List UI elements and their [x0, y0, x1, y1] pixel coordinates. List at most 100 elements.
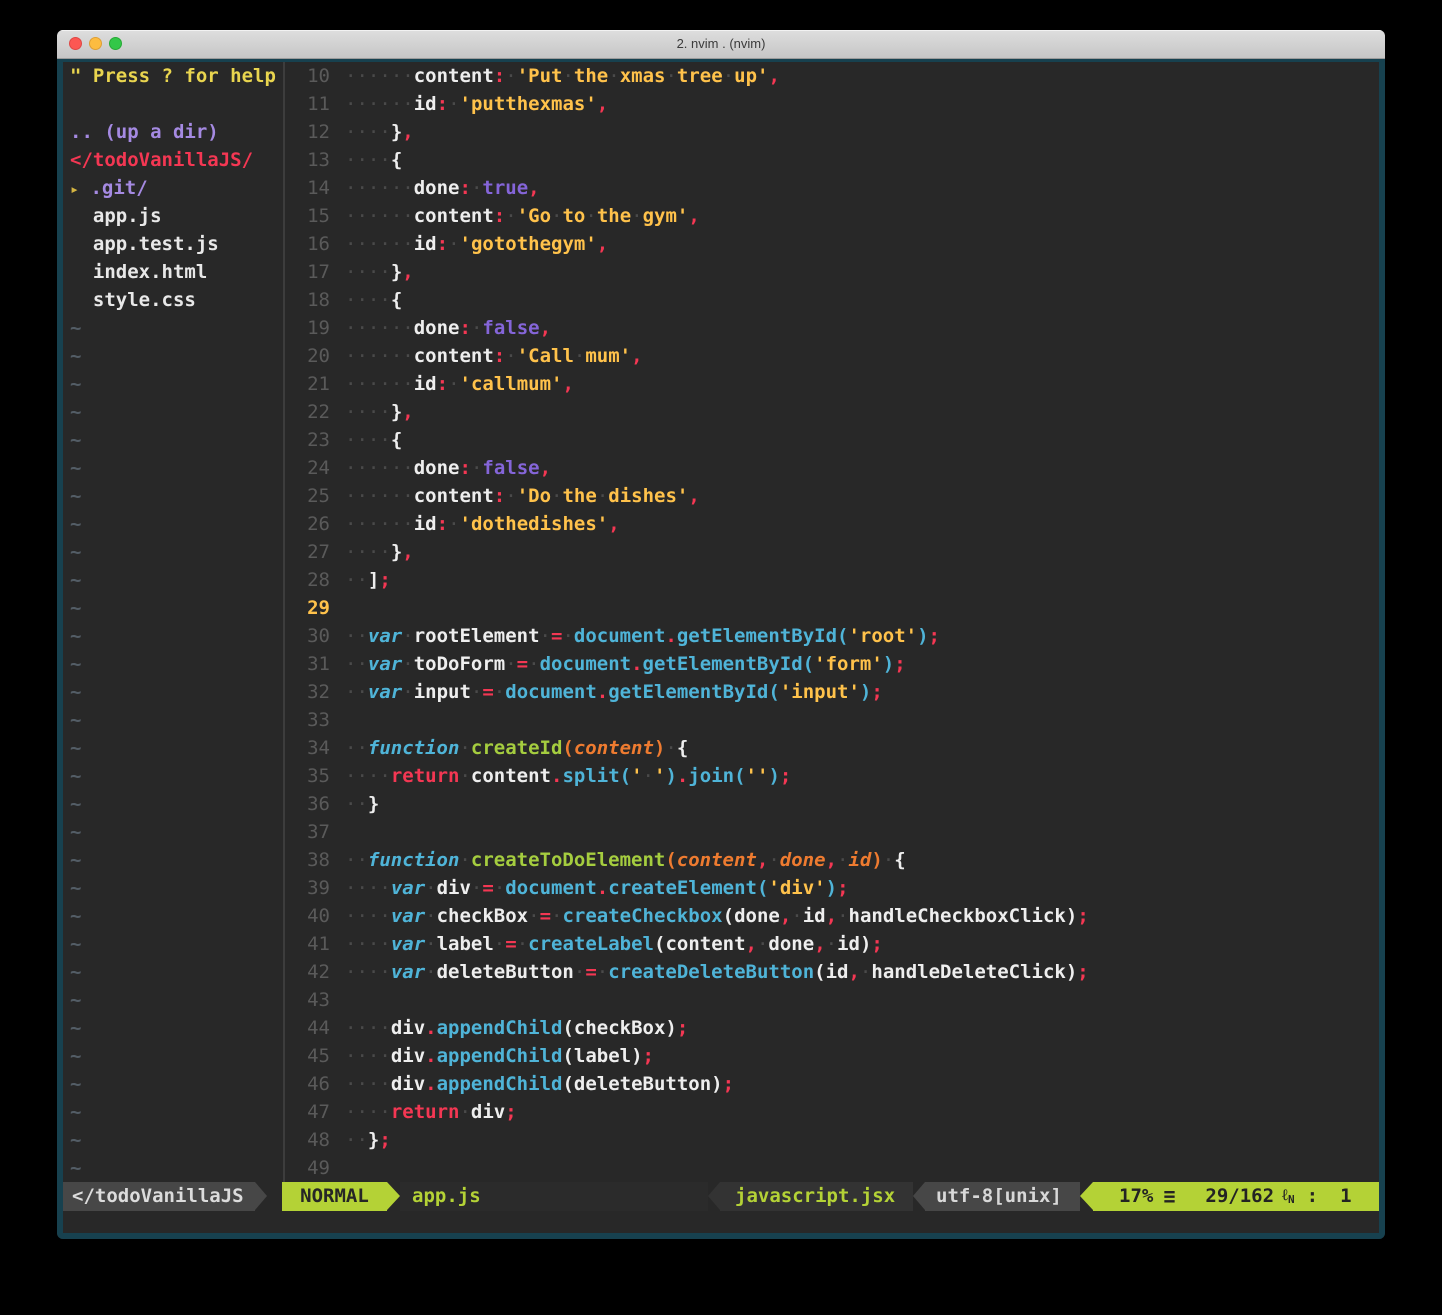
whitespace-dot: ·: [402, 485, 413, 507]
code-line[interactable]: 19······done:·false,: [285, 314, 1379, 342]
tree-item-index.html[interactable]: index.html: [63, 258, 283, 286]
code-text: ····},: [345, 118, 414, 146]
code-line[interactable]: 43: [285, 986, 1379, 1014]
code-line[interactable]: 12····},: [285, 118, 1379, 146]
code-line[interactable]: 28··];: [285, 566, 1379, 594]
code-line[interactable]: 29: [285, 594, 1379, 622]
code-text: ······content:·'Do·the·dishes',: [345, 482, 700, 510]
disclosure-arrow-icon[interactable]: ▸: [70, 180, 79, 198]
tree-root[interactable]: </todoVanillaJS/: [63, 146, 283, 174]
whitespace-dot: ·: [402, 205, 413, 227]
whitespace-dot: ·: [791, 905, 802, 927]
whitespace-dot: ·: [562, 625, 573, 647]
code-line[interactable]: 47····return·div;: [285, 1098, 1379, 1126]
tree-item-app.js[interactable]: app.js: [63, 202, 283, 230]
nerdtree-sidebar[interactable]: " Press ? for help.. (up a dir)</todoVan…: [63, 62, 285, 1182]
tree-item-.git[interactable]: ▸ .git/: [63, 174, 283, 202]
whitespace-dot: ·: [345, 289, 356, 311]
empty-line-tilde: ~: [63, 818, 283, 846]
line-number: 21: [285, 370, 330, 398]
whitespace-dot: ·: [356, 93, 367, 115]
whitespace-dot: ·: [723, 65, 734, 87]
code-line[interactable]: 40 ····var·checkBox·=·createCheckbox(done…: [285, 902, 1379, 930]
code-line[interactable]: 26······id:·'dothedishes',: [285, 510, 1379, 538]
whitespace-dot: ·: [505, 205, 516, 227]
line-number: 35: [285, 762, 330, 790]
whitespace-dot: ·: [379, 93, 390, 115]
code-line[interactable]: 20······content:·'Call·mum',: [285, 342, 1379, 370]
code-line[interactable]: 35····return·content.split('·').join('')…: [285, 762, 1379, 790]
line-number: 38: [285, 846, 330, 874]
empty-line-tilde: ~: [63, 958, 283, 986]
window-title: 2. nvim . (nvim): [57, 30, 1385, 58]
whitespace-dot: ·: [345, 513, 356, 535]
whitespace-dot: ·: [402, 345, 413, 367]
code-line[interactable]: 18····{: [285, 286, 1379, 314]
code-line[interactable]: 36··}: [285, 790, 1379, 818]
whitespace-dot: ·: [448, 513, 459, 535]
editor-pane[interactable]: 10······content:·'Put·the·xmas·tree·up',…: [285, 62, 1379, 1182]
code-line[interactable]: 37: [285, 818, 1379, 846]
code-line[interactable]: 42····var·deleteButton·=·createDeleteBut…: [285, 958, 1379, 986]
line-number: 10: [285, 62, 330, 90]
whitespace-dot: ·: [494, 933, 505, 955]
code-line[interactable]: 45····div.appendChild(label);: [285, 1042, 1379, 1070]
whitespace-dot: ·: [356, 401, 367, 423]
code-line[interactable]: 21······id:·'callmum',: [285, 370, 1379, 398]
code-line[interactable]: 49: [285, 1154, 1379, 1182]
whitespace-dot: ·: [379, 149, 390, 171]
code-line[interactable]: 15······content:·'Go·to·the·gym',: [285, 202, 1379, 230]
code-line[interactable]: 22····},: [285, 398, 1379, 426]
whitespace-dot: ·: [402, 233, 413, 255]
whitespace-dot: ·: [345, 65, 356, 87]
title-bar[interactable]: 2. nvim . (nvim): [57, 30, 1385, 59]
code-line[interactable]: 24······done:·false,: [285, 454, 1379, 482]
tree-item-up-dir[interactable]: .. (up a dir): [63, 118, 283, 146]
code-line[interactable]: 25······content:·'Do·the·dishes',: [285, 482, 1379, 510]
code-line[interactable]: 17····},: [285, 258, 1379, 286]
whitespace-dot: ·: [345, 541, 356, 563]
line-number: 40: [285, 902, 330, 930]
mode-indicator: NORMAL: [282, 1182, 387, 1211]
code-line[interactable]: 39····var·div·=·document.createElement('…: [285, 874, 1379, 902]
whitespace-dot: ·: [356, 485, 367, 507]
code-line[interactable]: 34··function·createId(content)·{: [285, 734, 1379, 762]
code-line[interactable]: 32··var·input·=·document.getElementById(…: [285, 678, 1379, 706]
code-text: ····var·label·=·createLabel(content,·don…: [345, 930, 883, 958]
tree-item-app.test.js[interactable]: app.test.js: [63, 230, 283, 258]
code-line[interactable]: 44····div.appendChild(checkBox);: [285, 1014, 1379, 1042]
line-number: 17: [285, 258, 330, 286]
whitespace-dot: ·: [356, 569, 367, 591]
code-line[interactable]: 11······id:·'putthexmas',: [285, 90, 1379, 118]
line-number: 39: [285, 874, 330, 902]
whitespace-dot: ·: [345, 149, 356, 171]
code-line[interactable]: 46····div.appendChild(deleteButton);: [285, 1070, 1379, 1098]
whitespace-dot: ·: [356, 961, 367, 983]
tree-item-style.css[interactable]: style.css: [63, 286, 283, 314]
code-line[interactable]: 48··};: [285, 1126, 1379, 1154]
code-line[interactable]: 10······content:·'Put·the·xmas·tree·up',: [285, 62, 1379, 90]
code-line[interactable]: 23····{: [285, 426, 1379, 454]
command-line[interactable]: [63, 1211, 1379, 1233]
code-line[interactable]: 33: [285, 706, 1379, 734]
code-line[interactable]: 38··function·createToDoElement(content,·…: [285, 846, 1379, 874]
whitespace-dot: ·: [356, 205, 367, 227]
whitespace-dot: ·: [665, 65, 676, 87]
empty-line-tilde: ~: [63, 1070, 283, 1098]
whitespace-dot: ·: [368, 345, 379, 367]
code-line[interactable]: 27····},: [285, 538, 1379, 566]
code-line[interactable]: 16······id:·'gotothegym',: [285, 230, 1379, 258]
code-line[interactable]: 31··var·toDoForm·=·document.getElementBy…: [285, 650, 1379, 678]
code-line[interactable]: 30··var·rootElement·=·document.getElemen…: [285, 622, 1379, 650]
code-line[interactable]: 41····var·label·=·createLabel(content,·d…: [285, 930, 1379, 958]
whitespace-dot: ·: [860, 961, 871, 983]
file-name: style.css: [70, 289, 196, 311]
code-line[interactable]: 13····{: [285, 146, 1379, 174]
code-line[interactable]: 14······done:·true,: [285, 174, 1379, 202]
whitespace-dot: ·: [368, 457, 379, 479]
whitespace-dot: ·: [356, 233, 367, 255]
whitespace-dot: ·: [379, 261, 390, 283]
code-text: ····var·checkBox·=·createCheckbox(done,·…: [345, 902, 1089, 930]
scroll-percent: 17%: [1119, 1182, 1153, 1211]
whitespace-dot: ·: [345, 457, 356, 479]
